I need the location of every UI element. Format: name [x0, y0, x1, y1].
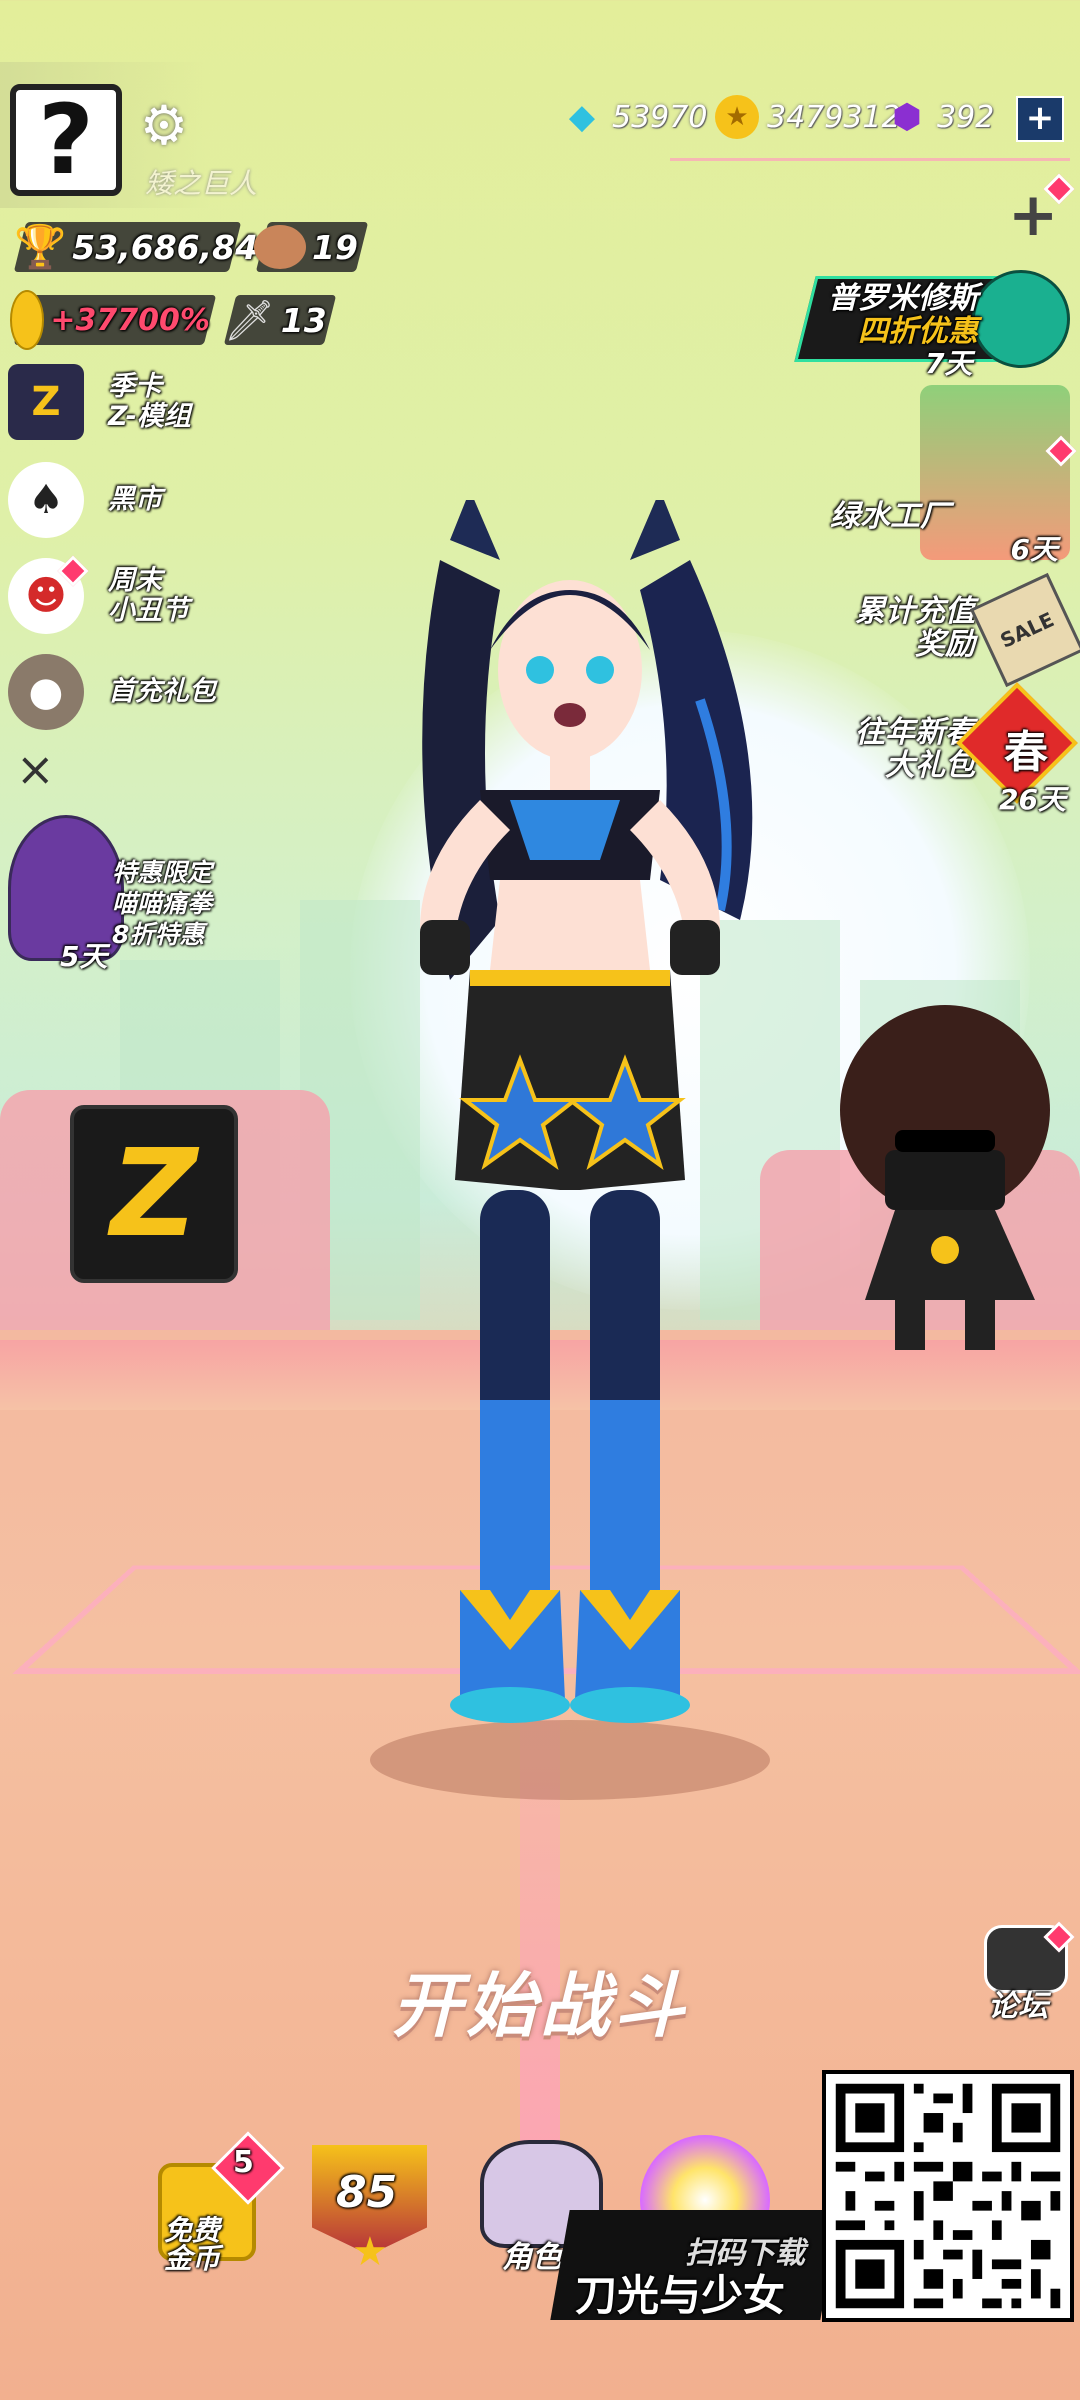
sword-icon: 🗡: [224, 297, 275, 344]
event-spring-text: 往年新春 大礼包: [845, 716, 975, 782]
label-line: 小丑节: [108, 596, 189, 626]
level-button[interactable]: 85 ★: [312, 2145, 427, 2275]
menu-season-card[interactable]: Z 季卡 Z-模组: [8, 362, 228, 442]
player-avatar[interactable]: ?: [10, 84, 122, 196]
menu-first-recharge-label: 首充礼包: [108, 677, 216, 707]
bear-icon: [254, 225, 306, 269]
menu-black-market-label: 黑市: [108, 485, 162, 515]
gift-bag-icon: ●: [8, 654, 84, 730]
event-line: 奖励: [845, 628, 975, 661]
promo-text: 特惠限定 喵喵痛拳 8折特惠: [112, 857, 212, 950]
boost-stat[interactable]: +37700%: [14, 295, 216, 345]
prometheus-portrait: [972, 270, 1070, 368]
gold-coin-icon: ★: [715, 95, 759, 139]
sword-stat[interactable]: 🗡 13: [224, 295, 336, 345]
player-name: 矮之巨人: [145, 162, 257, 202]
diamond-icon: ◆: [560, 95, 604, 139]
boost-percent: +37700%: [50, 303, 210, 338]
crystal-currency[interactable]: ⬢ 392: [885, 92, 994, 142]
label-line: 免费: [164, 2217, 220, 2245]
event-days: 6天: [1011, 528, 1058, 568]
bear-stat[interactable]: 19: [256, 222, 368, 272]
pet-character[interactable]: [835, 1000, 1065, 1360]
label-line: 季卡: [108, 372, 191, 402]
avatar-placeholder-icon: ?: [38, 84, 94, 196]
sale-tag-text: SALE: [996, 607, 1057, 653]
event-line: 往年新春: [845, 716, 975, 749]
gold-currency[interactable]: ★ 3479312: [715, 92, 901, 142]
crystal-icon: ⬢: [885, 95, 929, 139]
event-line: 普罗米修斯: [778, 282, 978, 315]
forum-label: 论坛: [988, 1981, 1048, 2025]
free-gold-badge-count: 5: [233, 2145, 254, 2180]
event-recharge-text: 累计充值 奖励: [845, 595, 975, 661]
menu-weekend-clown-label: 周末 小丑节: [108, 566, 189, 626]
event-days: 7天: [925, 342, 972, 382]
event-spring-package[interactable]: 往年新春 大礼包 春 26天: [845, 690, 1070, 810]
sword-count: 13: [281, 301, 327, 340]
promo-line: 喵喵痛拳: [112, 888, 212, 919]
spring-char: 春: [1004, 716, 1048, 780]
promo-line: 特惠限定: [112, 857, 212, 888]
crystal-count: 392: [937, 100, 994, 135]
promo-line: 8折特惠: [112, 919, 212, 950]
event-line: 大礼包: [845, 749, 975, 782]
start-battle-button[interactable]: 开始战斗: [370, 1950, 710, 2040]
event-days: 26天: [999, 778, 1066, 818]
event-green-factory-label: 绿水工厂: [830, 500, 950, 533]
menu-season-card-label: 季卡 Z-模组: [108, 372, 191, 432]
event-line: 累计充值: [845, 595, 975, 628]
settings-gear-icon[interactable]: ⚙: [134, 96, 194, 156]
event-prometheus-text: 普罗米修斯 四折优惠: [778, 282, 978, 348]
main-character[interactable]: [360, 500, 780, 1800]
label-line: 周末: [108, 566, 189, 596]
diamond-currency[interactable]: ◆ 53970: [560, 92, 707, 142]
promo-days: 5天: [60, 935, 107, 975]
trophy-icon: 🏆: [14, 222, 66, 272]
sale-tag-icon: SALE: [970, 573, 1080, 687]
game-name: 刀光与少女: [575, 2262, 785, 2323]
free-gold-label: 免费 金币: [164, 2217, 220, 2273]
emoji-boost-icon: [10, 290, 44, 350]
label-line: 金币: [164, 2245, 220, 2273]
menu-first-recharge[interactable]: ● 首充礼包: [8, 652, 228, 732]
z-letter-icon: Z: [110, 1125, 197, 1264]
close-icon[interactable]: ×: [16, 742, 55, 796]
qr-pattern-icon: [826, 2074, 1070, 2318]
diamond-count: 53970: [612, 100, 707, 135]
spade-icon: ♠: [8, 462, 84, 538]
event-green-factory[interactable]: 绿水工厂 6天: [830, 385, 1070, 565]
trophy-count: 53,686,843: [72, 228, 281, 267]
bear-count: 19: [312, 228, 358, 267]
star-icon: ★: [352, 2229, 388, 2275]
character-label: 角色: [502, 2232, 562, 2276]
add-currency-button[interactable]: +: [1016, 96, 1064, 142]
z-module-display[interactable]: Z: [70, 1105, 238, 1283]
gold-count: 3479312: [767, 100, 901, 135]
label-line: Z-模组: [108, 402, 191, 432]
menu-black-market[interactable]: ♠ 黑市: [8, 460, 228, 540]
divider: [670, 158, 1070, 161]
z-card-icon: Z: [8, 364, 84, 440]
promo-meow-punch[interactable]: 特惠限定 喵喵痛拳 8折特惠 5天: [8, 815, 228, 965]
event-accumulated-recharge[interactable]: 累计充值 奖励 SALE: [845, 585, 1070, 675]
player-level: 85: [336, 2167, 397, 2218]
trophy-stat[interactable]: 🏆 53,686,843: [14, 222, 241, 272]
event-prometheus[interactable]: 普罗米修斯 四折优惠 7天: [795, 270, 1070, 365]
qr-code[interactable]: [822, 2070, 1074, 2322]
menu-weekend-clown[interactable]: ☻ 周末 小丑节: [8, 556, 228, 636]
